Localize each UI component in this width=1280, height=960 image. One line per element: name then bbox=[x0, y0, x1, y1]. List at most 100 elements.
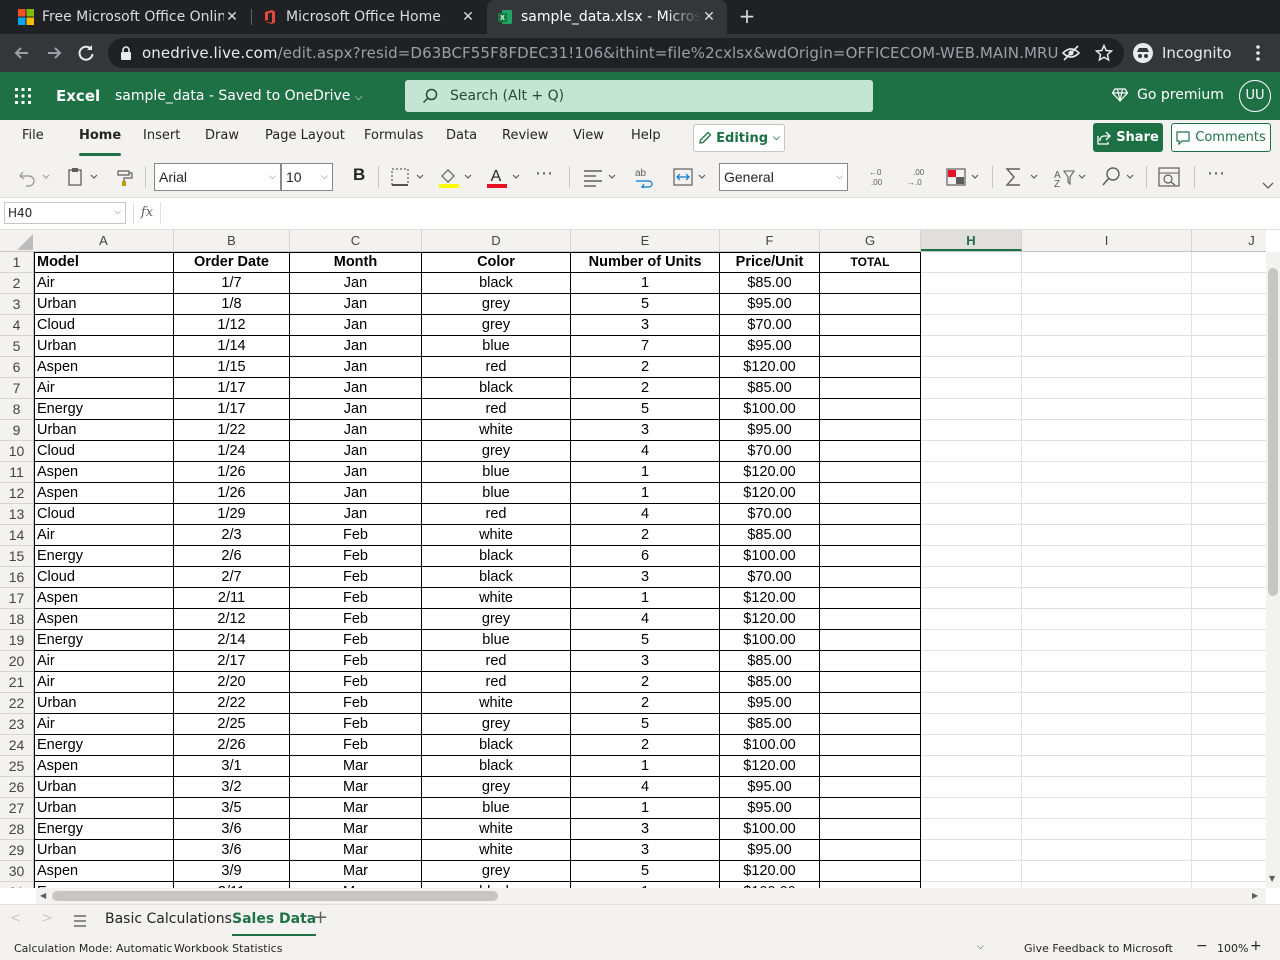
column-header[interactable]: F bbox=[720, 230, 820, 251]
row-header[interactable]: 13 bbox=[0, 504, 34, 525]
cell[interactable]: 2/14 bbox=[174, 630, 290, 651]
formula-input[interactable] bbox=[164, 202, 1264, 224]
cell[interactable]: blue bbox=[422, 630, 571, 651]
row-header[interactable]: 25 bbox=[0, 756, 34, 777]
row-header[interactable]: 23 bbox=[0, 714, 34, 735]
cell[interactable]: 3 bbox=[571, 840, 720, 861]
lock-icon[interactable] bbox=[120, 46, 132, 60]
merge-center-icon[interactable] bbox=[672, 166, 710, 188]
cell[interactable]: grey bbox=[422, 609, 571, 630]
vertical-scroll-thumb[interactable] bbox=[1268, 268, 1278, 596]
align-icon[interactable] bbox=[582, 166, 620, 188]
format-painter-icon[interactable] bbox=[115, 166, 137, 188]
tab-file[interactable]: File bbox=[22, 128, 44, 143]
cell[interactable] bbox=[820, 672, 921, 693]
cell[interactable]: $85.00 bbox=[720, 651, 820, 672]
row-header[interactable]: 4 bbox=[0, 315, 34, 336]
conditional-format-icon[interactable] bbox=[945, 166, 983, 188]
cell[interactable]: Jan bbox=[290, 399, 422, 420]
cell[interactable]: Energy bbox=[34, 546, 174, 567]
cell[interactable] bbox=[820, 777, 921, 798]
zoom-out-button[interactable]: − bbox=[1196, 938, 1208, 954]
header-cell[interactable]: Number of Units bbox=[571, 252, 720, 273]
cell[interactable]: 7 bbox=[571, 336, 720, 357]
cell[interactable]: Jan bbox=[290, 483, 422, 504]
cell[interactable]: $120.00 bbox=[720, 861, 820, 882]
cell[interactable]: $95.00 bbox=[720, 777, 820, 798]
column-header[interactable]: H bbox=[921, 230, 1022, 251]
cell[interactable]: Feb bbox=[290, 609, 422, 630]
sheet-tab-sales-data[interactable]: Sales Data bbox=[232, 911, 317, 937]
cell[interactable]: 4 bbox=[571, 777, 720, 798]
cell[interactable] bbox=[820, 735, 921, 756]
tab-view[interactable]: View bbox=[573, 128, 604, 143]
cell[interactable]: Aspen bbox=[34, 483, 174, 504]
chevron-down-icon[interactable]: ⌵ bbox=[977, 942, 984, 952]
cell[interactable]: blue bbox=[422, 336, 571, 357]
forward-arrow-icon[interactable] bbox=[43, 42, 65, 64]
cell[interactable]: Aspen bbox=[34, 756, 174, 777]
increase-decimal-icon[interactable]: .00→.0 bbox=[905, 166, 929, 188]
tab-insert[interactable]: Insert bbox=[143, 128, 180, 143]
tab-home[interactable]: Home bbox=[79, 128, 122, 156]
calculation-mode[interactable]: Calculation Mode: Automatic bbox=[14, 942, 172, 955]
cell[interactable]: black bbox=[422, 756, 571, 777]
cell[interactable]: 4 bbox=[571, 441, 720, 462]
name-box[interactable]: H40 ⌵ bbox=[4, 202, 126, 224]
cell[interactable]: 3/6 bbox=[174, 819, 290, 840]
cell[interactable]: Mar bbox=[290, 777, 422, 798]
cell[interactable]: 2 bbox=[571, 672, 720, 693]
header-cell[interactable]: Order Date bbox=[174, 252, 290, 273]
cell[interactable]: Feb bbox=[290, 525, 422, 546]
browser-tab-office-online[interactable]: Free Microsoft Office Online ✕ bbox=[8, 0, 250, 34]
cell[interactable]: 2/11 bbox=[174, 588, 290, 609]
cell[interactable]: 2/22 bbox=[174, 693, 290, 714]
comments-button[interactable]: Comments bbox=[1171, 123, 1271, 152]
autosum-icon[interactable] bbox=[1004, 166, 1042, 188]
row-header[interactable]: 28 bbox=[0, 819, 34, 840]
cell[interactable]: red bbox=[422, 672, 571, 693]
column-header[interactable]: C bbox=[290, 230, 422, 251]
cell[interactable]: 1 bbox=[571, 798, 720, 819]
cell[interactable]: Cloud bbox=[34, 315, 174, 336]
cell[interactable]: 2 bbox=[571, 378, 720, 399]
cell[interactable]: $85.00 bbox=[720, 672, 820, 693]
row-header[interactable]: 24 bbox=[0, 735, 34, 756]
add-sheet-button[interactable]: + bbox=[313, 907, 328, 928]
cell[interactable] bbox=[820, 315, 921, 336]
new-tab-button[interactable]: + bbox=[736, 6, 758, 28]
row-header[interactable]: 7 bbox=[0, 378, 34, 399]
undo-icon[interactable] bbox=[18, 166, 52, 188]
cell[interactable]: Feb bbox=[290, 714, 422, 735]
cell[interactable]: Mar bbox=[290, 798, 422, 819]
cell[interactable]: 2/12 bbox=[174, 609, 290, 630]
previous-sheet-icon[interactable]: < bbox=[10, 911, 21, 926]
row-header[interactable]: 1 bbox=[0, 252, 34, 273]
select-all-corner[interactable] bbox=[0, 230, 34, 252]
cell[interactable]: 2/6 bbox=[174, 546, 290, 567]
url-bar[interactable]: onedrive.live.com/edit.aspx?resid=D63BCF… bbox=[108, 38, 1124, 68]
cell[interactable]: 3 bbox=[571, 420, 720, 441]
app-name[interactable]: Excel bbox=[56, 87, 100, 105]
insert-function-icon[interactable]: fx bbox=[133, 202, 161, 224]
cell[interactable]: 1/17 bbox=[174, 378, 290, 399]
cell[interactable]: grey bbox=[422, 294, 571, 315]
cell[interactable]: 1 bbox=[571, 273, 720, 294]
cell[interactable]: white bbox=[422, 840, 571, 861]
cell[interactable]: 1 bbox=[571, 756, 720, 777]
cell[interactable]: 2 bbox=[571, 693, 720, 714]
analyze-data-icon[interactable] bbox=[1157, 166, 1181, 188]
paste-icon[interactable] bbox=[66, 166, 102, 188]
cell[interactable]: $95.00 bbox=[720, 336, 820, 357]
cell[interactable]: 3 bbox=[571, 651, 720, 672]
cell[interactable] bbox=[820, 798, 921, 819]
bookmark-star-icon[interactable] bbox=[1095, 44, 1113, 62]
cell[interactable]: $70.00 bbox=[720, 441, 820, 462]
row-header[interactable]: 15 bbox=[0, 546, 34, 567]
fill-color-icon[interactable] bbox=[438, 166, 476, 188]
cell[interactable]: Urban bbox=[34, 777, 174, 798]
cell[interactable]: $120.00 bbox=[720, 609, 820, 630]
more-options-icon[interactable]: ⋯ bbox=[1207, 163, 1225, 184]
cell[interactable]: 1/7 bbox=[174, 273, 290, 294]
row-header[interactable]: 2 bbox=[0, 273, 34, 294]
